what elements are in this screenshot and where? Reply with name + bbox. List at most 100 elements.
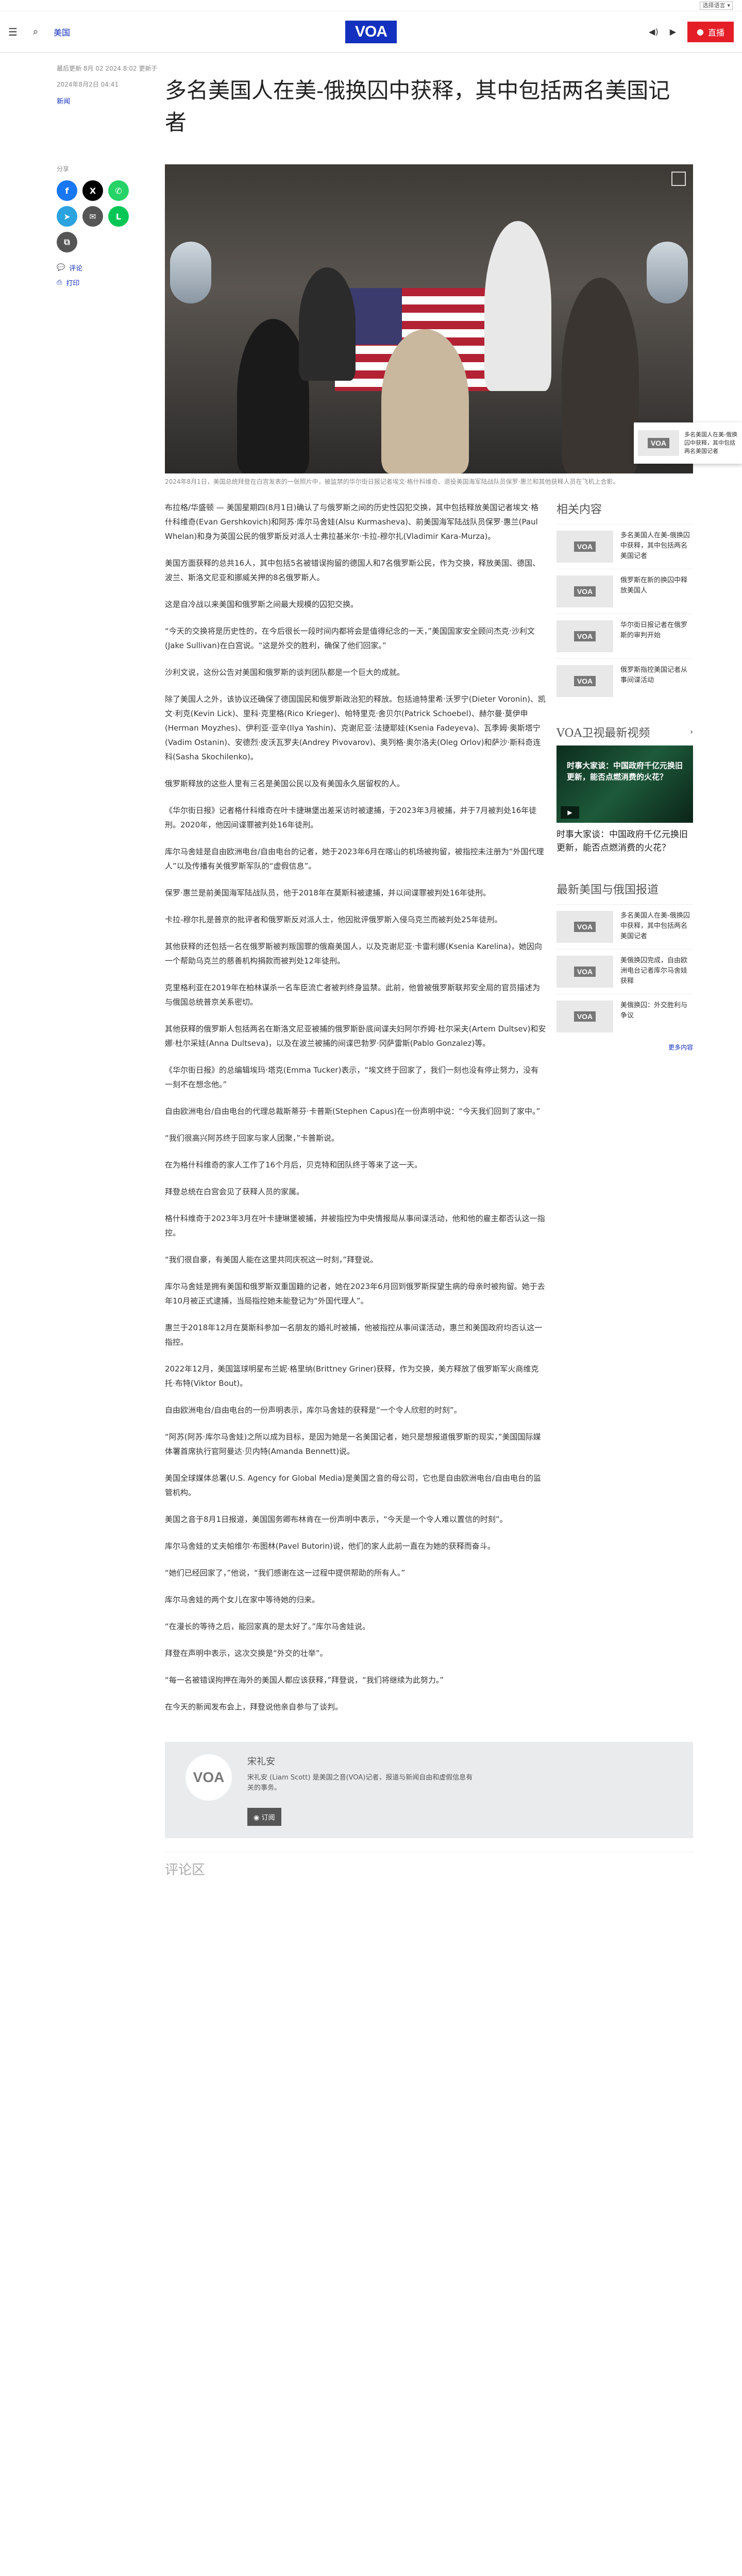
photo-caption: 2024年8月1日，美国总统拜登在白宫发表的一张照片中，被监禁的华尔街日报记者埃… bbox=[165, 478, 619, 485]
video-title[interactable]: 时事大家谈：中国政府千亿元换旧更新，能否点燃消费的火花？ bbox=[556, 828, 693, 855]
paragraph: 俄罗斯释放的这些人里有三名是美国公民以及有美国永久居留权的人。 bbox=[165, 779, 405, 788]
video-icon[interactable]: ▶ bbox=[670, 27, 676, 37]
author-bio: 宋礼安 (Liam Scott) 是美国之音(VOA)记者，报道与新闻自由和虚假… bbox=[247, 1774, 473, 1792]
person-figure bbox=[381, 329, 469, 473]
article-title: 多名美国人在美-俄换囚中获释，其中包括两名美国记者 bbox=[165, 78, 670, 135]
voa-logo-icon: VOA bbox=[574, 967, 596, 977]
related-item[interactable]: VOA 俄罗斯指控美国记者从事间谍活动 bbox=[556, 658, 693, 703]
paragraph: 沙利文说，这份公告对美国和俄罗斯的谈判团队都是一个巨大的成就。 bbox=[165, 668, 405, 677]
language-select[interactable]: 选择语言 ▾ bbox=[700, 1, 733, 10]
x-share-icon[interactable]: X bbox=[82, 180, 103, 201]
plane-window bbox=[647, 242, 688, 303]
paragraph: 保罗·惠兰是前美国海军陆战队员，他于2018年在莫斯科被逮捕，并以间谍罪被判处1… bbox=[165, 888, 491, 897]
comment-icon: 💬 bbox=[57, 264, 65, 272]
voa-logo-icon: VOA bbox=[574, 1011, 596, 1022]
paragraph: 布拉格/华盛顿 — 美国星期四(8月1日)确认了与俄罗斯之间的历史性囚犯交换，其… bbox=[165, 503, 539, 541]
paragraph: “今天的交换将是历史性的，在今后很长一段时间内都将会是值得纪念的一天，”美国国家… bbox=[165, 626, 535, 650]
related-thumbnail: VOA bbox=[556, 531, 613, 563]
live-label: 直播 bbox=[707, 27, 724, 38]
voa-logo-icon: VOA bbox=[193, 1769, 225, 1785]
related-thumbnail: VOA bbox=[556, 620, 613, 652]
print-icon: ⎙ bbox=[57, 279, 62, 286]
related-item-title: 俄罗斯指控美国记者从事间谍活动 bbox=[620, 666, 688, 684]
related-item[interactable]: VOA 多名美国人在美-俄换囚中获释，其中包括两名美国记者 bbox=[556, 524, 693, 569]
related-thumbnail: VOA bbox=[556, 665, 613, 697]
share-label: 分享 bbox=[57, 165, 70, 173]
latest-item[interactable]: VOA 多名美国人在美-俄换囚中获释，其中包括两名美国记者 bbox=[556, 904, 693, 949]
paragraph: 这是自冷战以来美国和俄罗斯之间最大规模的囚犯交换。 bbox=[165, 600, 359, 609]
paragraph: 美国之音于8月1日报道，美国国务卿布林肯在一份声明中表示，“今天是一个令人难以置… bbox=[165, 1515, 508, 1524]
latest-thumbnail: VOA bbox=[556, 956, 613, 988]
related-item[interactable]: VOA 俄罗斯在新的换囚中释放美国人 bbox=[556, 569, 693, 614]
latest-item[interactable]: VOA 美俄换囚完成，自由欧洲电台记者库尔马舍娃获释 bbox=[556, 949, 693, 994]
latest-item[interactable]: VOA 美俄换囚：外交胜利与争议 bbox=[556, 994, 693, 1039]
paragraph: 在为格什科维奇的家人工作了16个月后，贝克特和团队终于等来了这一天。 bbox=[165, 1160, 423, 1170]
related-heading: 相关内容 bbox=[556, 503, 602, 516]
video-section: VOA卫视最新视频 › 时事大家谈：中国政府千亿元换旧更新，能否点燃消费的火花？… bbox=[556, 724, 693, 855]
expand-icon[interactable] bbox=[671, 172, 686, 186]
email-share-icon[interactable]: ✉ bbox=[82, 206, 103, 227]
copy-link-icon[interactable]: ⧉ bbox=[57, 232, 77, 252]
plane-window bbox=[170, 242, 211, 303]
paragraph: “我们很高兴阿苏终于回家与家人团聚，”卡普斯说。 bbox=[165, 1133, 340, 1143]
paragraph: 美国方面获释的总共16人，其中包括5名被错误拘留的德国人和7名俄罗斯公民，作为交… bbox=[165, 558, 541, 582]
latest-item-title: 美俄换囚：外交胜利与争议 bbox=[620, 1002, 688, 1020]
comment-link-label: 评论 bbox=[69, 265, 83, 273]
paragraph: “我们很自豪，有美国人能在这里共同庆祝这一时刻，”拜登说。 bbox=[165, 1255, 378, 1264]
paragraph: “她们已经回家了，”他说，“我们感谢在这一过程中提供帮助的所有人。” bbox=[165, 1568, 406, 1578]
paragraph: 库尔马舍娃的丈夫帕维尔·布图林(Pavel Butorin)说，他们的家人此前一… bbox=[165, 1541, 495, 1551]
more-link[interactable]: 更多内容 bbox=[556, 1043, 693, 1052]
floating-related-card[interactable]: VOA 多名美国人在美-俄换囚中获释，其中包括两名美国记者 bbox=[634, 422, 742, 464]
voa-logo-icon: VOA bbox=[574, 541, 596, 552]
video-heading: VOA卫视最新视频 bbox=[556, 727, 650, 740]
chevron-right-icon[interactable]: › bbox=[690, 728, 693, 736]
paragraph: 《华尔街日报》记者格什科维奇在叶卡捷琳堡出差采访时被逮捕，于2023年3月被捕，… bbox=[165, 806, 537, 829]
latest-thumbnail: VOA bbox=[556, 1001, 613, 1032]
share-panel: 分享 f X ✆ ➤ ✉ L ⧉ 💬 评论 ⎙ 打印 bbox=[57, 164, 165, 1838]
line-share-icon[interactable]: L bbox=[108, 206, 129, 227]
menu-icon[interactable]: ☰ bbox=[8, 26, 18, 38]
floating-card-title: 多名美国人在美-俄换囚中获释，其中包括两名美国记者 bbox=[684, 431, 737, 454]
top-utility-bar: 选择语言 ▾ bbox=[0, 0, 742, 11]
rss-label: 订阅 bbox=[261, 1814, 275, 1822]
paragraph: 自由欧洲电台/自由电台的代理总裁斯蒂芬·卡普斯(Stephen Capus)在一… bbox=[165, 1107, 541, 1116]
author-box: VOA 宋礼安 宋礼安 (Liam Scott) 是美国之音(VOA)记者，报道… bbox=[165, 1742, 693, 1838]
paragraph: 惠兰于2018年12月在莫斯科参加一名朋友的婚礼时被捕，他被指控从事间谍活动，惠… bbox=[165, 1323, 543, 1347]
paragraph: 卡拉-穆尔扎是普京的批评者和俄罗斯反对派人士，他因批评俄罗斯入侵乌克兰而被判处2… bbox=[165, 915, 502, 924]
person-figure bbox=[237, 319, 309, 473]
comment-link[interactable]: 💬 评论 bbox=[57, 263, 165, 273]
article-body: 布拉格/华盛顿 — 美国星期四(8月1日)确认了与俄罗斯之间的历史性囚犯交换，其… bbox=[165, 500, 546, 1726]
paragraph: 其他获释的俄罗斯人包括两名在斯洛文尼亚被捕的俄罗斯卧底间谍夫妇阿尔乔姆·杜尔采夫… bbox=[165, 1024, 546, 1048]
search-icon[interactable]: ⌕ bbox=[33, 26, 38, 37]
lead-photo[interactable] bbox=[165, 164, 693, 473]
whatsapp-share-icon[interactable]: ✆ bbox=[108, 180, 129, 201]
facebook-share-icon[interactable]: f bbox=[57, 180, 77, 201]
print-link[interactable]: ⎙ 打印 bbox=[57, 278, 165, 287]
related-item[interactable]: VOA 华尔街日报记者在俄罗斯的审判开始 bbox=[556, 614, 693, 658]
video-thumbnail[interactable]: 时事大家谈：中国政府千亿元换旧更新，能否点燃消费的火花？ ▶ bbox=[556, 745, 693, 823]
audio-icon[interactable]: ◀) bbox=[649, 27, 659, 37]
section-link[interactable]: 美国 bbox=[54, 26, 70, 38]
comments-heading: 评论区 bbox=[165, 1852, 693, 1878]
latest-section: 最新美国与俄国报道 VOA 多名美国人在美-俄换囚中获释，其中包括两名美国记者 … bbox=[556, 880, 693, 1052]
related-thumbnail: VOA bbox=[556, 575, 613, 607]
voa-logo-icon: VOA bbox=[574, 631, 596, 641]
live-button[interactable]: ● 直播 bbox=[687, 21, 734, 42]
telegram-share-icon[interactable]: ➤ bbox=[57, 206, 77, 227]
person-figure bbox=[562, 278, 639, 473]
author-name[interactable]: 宋礼安 bbox=[247, 1754, 474, 1768]
rss-button[interactable]: ◉ 订阅 bbox=[247, 1808, 281, 1826]
voa-logo[interactable]: VOA bbox=[345, 20, 397, 43]
floating-thumbnail: VOA bbox=[638, 430, 679, 456]
paragraph: 格什科维奇于2023年3月在叶卡捷琳堡被捕，并被指控为中央情报局从事间谍活动，他… bbox=[165, 1214, 545, 1238]
paragraph: 库尔马舍娃的两个女儿在家中等待她的归来。 bbox=[165, 1595, 320, 1604]
author-avatar: VOA bbox=[185, 1754, 232, 1801]
related-item-title: 华尔街日报记者在俄罗斯的审判开始 bbox=[620, 621, 688, 639]
person-figure bbox=[484, 221, 551, 391]
video-thumb-text: 时事大家谈：中国政府千亿元换旧更新，能否点燃消费的火花？ bbox=[567, 761, 683, 782]
voa-logo-icon: VOA bbox=[574, 676, 596, 686]
site-header: ☰ ⌕ 美国 VOA ◀) ▶ ● 直播 bbox=[0, 11, 742, 53]
paragraph: 《华尔街日报》的总编辑埃玛·塔克(Emma Tucker)表示，“埃文终于回家了… bbox=[165, 1065, 539, 1089]
latest-item-title: 多名美国人在美-俄换囚中获释，其中包括两名美国记者 bbox=[620, 912, 690, 940]
voa-logo-icon: VOA bbox=[574, 922, 596, 932]
